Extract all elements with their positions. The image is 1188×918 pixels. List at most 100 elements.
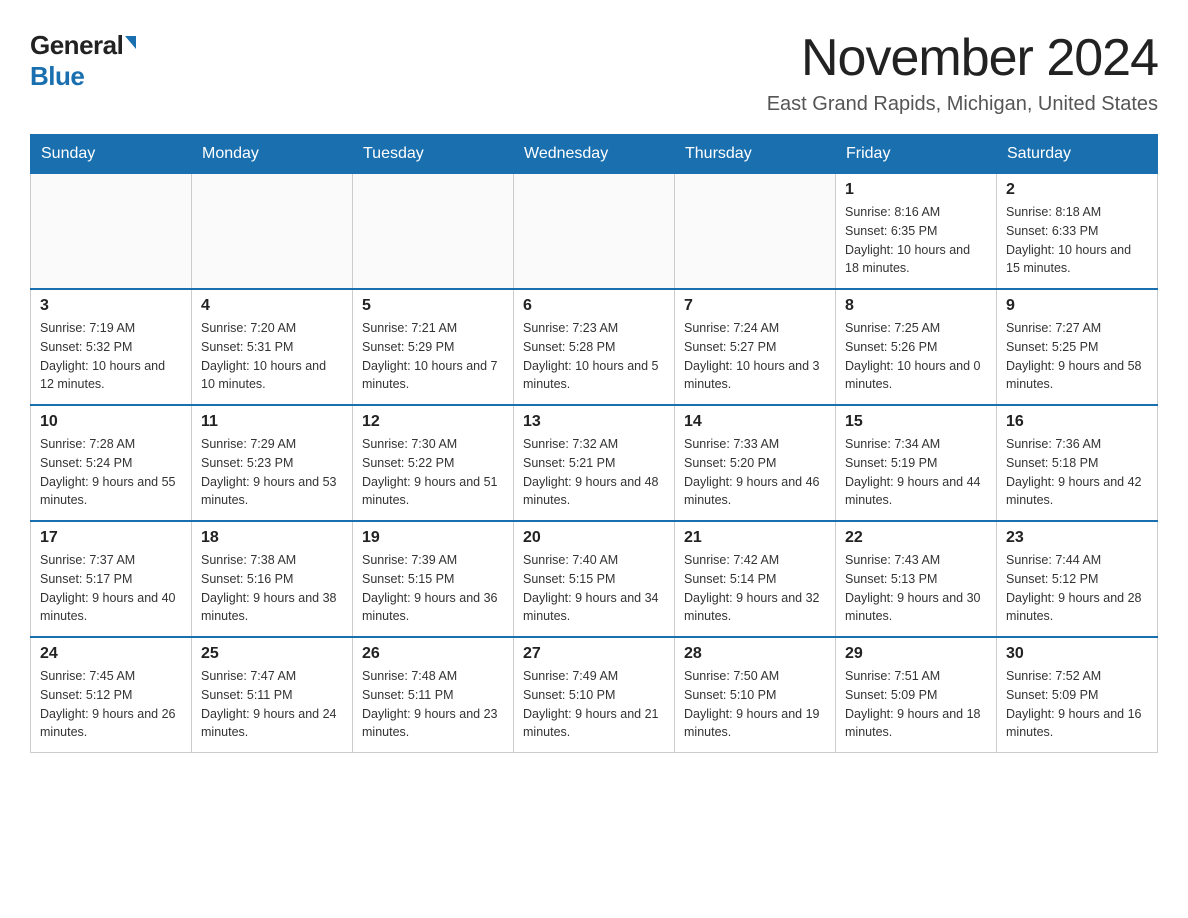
title-area: November 2024 East Grand Rapids, Michiga… — [767, 30, 1158, 116]
logo: General Blue — [30, 30, 136, 92]
day-number: 13 — [523, 413, 665, 431]
calendar-cell: 15 Sunrise: 7:34 AMSunset: 5:19 PMDayligh… — [836, 405, 997, 521]
day-number: 9 — [1006, 297, 1148, 315]
calendar-cell: 6 Sunrise: 7:23 AMSunset: 5:28 PMDaylight… — [514, 289, 675, 405]
calendar-cell — [353, 174, 514, 290]
calendar-cell: 24Sunrise: 7:45 AMSunset: 5:12 PMDayligh… — [31, 637, 192, 753]
day-number: 28 — [684, 645, 826, 663]
calendar-cell: 17 Sunrise: 7:37 AMSunset: 5:17 PMDayligh… — [31, 521, 192, 637]
day-number: 14 — [684, 413, 826, 431]
col-header-saturday: Saturday — [997, 135, 1158, 174]
day-number: 22 — [845, 529, 987, 547]
calendar-cell: 20 Sunrise: 7:40 AMSunset: 5:15 PMDayligh… — [514, 521, 675, 637]
calendar-cell — [192, 174, 353, 290]
calendar-cell: 9 Sunrise: 7:27 AMSunset: 5:25 PMDaylight… — [997, 289, 1158, 405]
day-info: Sunrise: 7:32 AMSunset: 5:21 PMDaylight:… — [523, 435, 665, 510]
day-number: 25 — [201, 645, 343, 663]
calendar-cell: 13 Sunrise: 7:32 AMSunset: 5:21 PMDayligh… — [514, 405, 675, 521]
calendar-cell: 12 Sunrise: 7:30 AMSunset: 5:22 PMDayligh… — [353, 405, 514, 521]
day-info: Sunrise: 7:51 AMSunset: 5:09 PMDaylight:… — [845, 667, 987, 742]
calendar-cell: 29 Sunrise: 7:51 AMSunset: 5:09 PMDayligh… — [836, 637, 997, 753]
calendar-cell: 26Sunrise: 7:48 AMSunset: 5:11 PMDayligh… — [353, 637, 514, 753]
day-info: Sunrise: 8:16 AMSunset: 6:35 PMDaylight:… — [845, 203, 987, 278]
calendar-cell: 11 Sunrise: 7:29 AMSunset: 5:23 PMDayligh… — [192, 405, 353, 521]
calendar-cell: 25 Sunrise: 7:47 AMSunset: 5:11 PMDayligh… — [192, 637, 353, 753]
day-info: Sunrise: 7:44 AMSunset: 5:12 PMDaylight:… — [1006, 551, 1148, 626]
col-header-sunday: Sunday — [31, 135, 192, 174]
day-info: Sunrise: 7:33 AMSunset: 5:20 PMDaylight:… — [684, 435, 826, 510]
day-info: Sunrise: 7:24 AMSunset: 5:27 PMDaylight:… — [684, 319, 826, 394]
day-info: Sunrise: 7:29 AMSunset: 5:23 PMDaylight:… — [201, 435, 343, 510]
day-info: Sunrise: 7:23 AMSunset: 5:28 PMDaylight:… — [523, 319, 665, 394]
day-info: Sunrise: 7:50 AMSunset: 5:10 PMDaylight:… — [684, 667, 826, 742]
calendar-cell: 18 Sunrise: 7:38 AMSunset: 5:16 PMDayligh… — [192, 521, 353, 637]
day-info: Sunrise: 7:45 AMSunset: 5:12 PMDaylight:… — [40, 667, 182, 742]
calendar-cell: 10Sunrise: 7:28 AMSunset: 5:24 PMDayligh… — [31, 405, 192, 521]
calendar-cell: 23 Sunrise: 7:44 AMSunset: 5:12 PMDayligh… — [997, 521, 1158, 637]
day-number: 2 — [1006, 181, 1148, 199]
day-info: Sunrise: 7:38 AMSunset: 5:16 PMDaylight:… — [201, 551, 343, 626]
day-number: 27 — [523, 645, 665, 663]
calendar-cell: 3 Sunrise: 7:19 AMSunset: 5:32 PMDaylight… — [31, 289, 192, 405]
calendar-cell — [514, 174, 675, 290]
calendar-cell: 7Sunrise: 7:24 AMSunset: 5:27 PMDaylight… — [675, 289, 836, 405]
day-number: 18 — [201, 529, 343, 547]
day-number: 16 — [1006, 413, 1148, 431]
calendar-header-row: SundayMondayTuesdayWednesdayThursdayFrid… — [31, 135, 1158, 174]
day-number: 8 — [845, 297, 987, 315]
col-header-thursday: Thursday — [675, 135, 836, 174]
day-number: 15 — [845, 413, 987, 431]
page-subtitle: East Grand Rapids, Michigan, United Stat… — [767, 93, 1158, 116]
day-info: Sunrise: 8:18 AMSunset: 6:33 PMDaylight:… — [1006, 203, 1148, 278]
week-row-3: 10Sunrise: 7:28 AMSunset: 5:24 PMDayligh… — [31, 405, 1158, 521]
week-row-4: 17 Sunrise: 7:37 AMSunset: 5:17 PMDayligh… — [31, 521, 1158, 637]
calendar-cell: 5Sunrise: 7:21 AMSunset: 5:29 PMDaylight… — [353, 289, 514, 405]
day-info: Sunrise: 7:27 AMSunset: 5:25 PMDaylight:… — [1006, 319, 1148, 394]
day-info: Sunrise: 7:48 AMSunset: 5:11 PMDaylight:… — [362, 667, 504, 742]
day-info: Sunrise: 7:28 AMSunset: 5:24 PMDaylight:… — [40, 435, 182, 510]
calendar-cell: 16 Sunrise: 7:36 AMSunset: 5:18 PMDayligh… — [997, 405, 1158, 521]
calendar-cell: 4 Sunrise: 7:20 AMSunset: 5:31 PMDaylight… — [192, 289, 353, 405]
calendar-cell — [31, 174, 192, 290]
day-info: Sunrise: 7:37 AMSunset: 5:17 PMDaylight:… — [40, 551, 182, 626]
calendar-cell: 30 Sunrise: 7:52 AMSunset: 5:09 PMDayligh… — [997, 637, 1158, 753]
day-info: Sunrise: 7:30 AMSunset: 5:22 PMDaylight:… — [362, 435, 504, 510]
col-header-tuesday: Tuesday — [353, 135, 514, 174]
day-number: 29 — [845, 645, 987, 663]
day-info: Sunrise: 7:19 AMSunset: 5:32 PMDaylight:… — [40, 319, 182, 394]
day-info: Sunrise: 7:40 AMSunset: 5:15 PMDaylight:… — [523, 551, 665, 626]
logo-blue: Blue — [30, 61, 84, 92]
calendar-cell: 8 Sunrise: 7:25 AMSunset: 5:26 PMDaylight… — [836, 289, 997, 405]
day-number: 11 — [201, 413, 343, 431]
week-row-5: 24Sunrise: 7:45 AMSunset: 5:12 PMDayligh… — [31, 637, 1158, 753]
week-row-1: 1Sunrise: 8:16 AMSunset: 6:35 PMDaylight… — [31, 174, 1158, 290]
col-header-monday: Monday — [192, 135, 353, 174]
day-number: 17 — [40, 529, 182, 547]
day-number: 30 — [1006, 645, 1148, 663]
calendar-cell: 22 Sunrise: 7:43 AMSunset: 5:13 PMDayligh… — [836, 521, 997, 637]
day-info: Sunrise: 7:20 AMSunset: 5:31 PMDaylight:… — [201, 319, 343, 394]
week-row-2: 3 Sunrise: 7:19 AMSunset: 5:32 PMDaylight… — [31, 289, 1158, 405]
day-info: Sunrise: 7:43 AMSunset: 5:13 PMDaylight:… — [845, 551, 987, 626]
day-info: Sunrise: 7:25 AMSunset: 5:26 PMDaylight:… — [845, 319, 987, 394]
calendar-cell: 28 Sunrise: 7:50 AMSunset: 5:10 PMDayligh… — [675, 637, 836, 753]
day-info: Sunrise: 7:42 AMSunset: 5:14 PMDaylight:… — [684, 551, 826, 626]
col-header-friday: Friday — [836, 135, 997, 174]
day-number: 20 — [523, 529, 665, 547]
day-number: 19 — [362, 529, 504, 547]
calendar-cell: 27Sunrise: 7:49 AMSunset: 5:10 PMDayligh… — [514, 637, 675, 753]
day-info: Sunrise: 7:36 AMSunset: 5:18 PMDaylight:… — [1006, 435, 1148, 510]
day-number: 3 — [40, 297, 182, 315]
logo-arrow-icon — [125, 36, 136, 49]
day-info: Sunrise: 7:34 AMSunset: 5:19 PMDaylight:… — [845, 435, 987, 510]
day-number: 4 — [201, 297, 343, 315]
page-title: November 2024 — [767, 30, 1158, 87]
day-info: Sunrise: 7:47 AMSunset: 5:11 PMDaylight:… — [201, 667, 343, 742]
header: General Blue November 2024 East Grand Ra… — [30, 30, 1158, 116]
day-info: Sunrise: 7:21 AMSunset: 5:29 PMDaylight:… — [362, 319, 504, 394]
day-number: 23 — [1006, 529, 1148, 547]
day-number: 12 — [362, 413, 504, 431]
day-number: 21 — [684, 529, 826, 547]
day-number: 6 — [523, 297, 665, 315]
day-info: Sunrise: 7:52 AMSunset: 5:09 PMDaylight:… — [1006, 667, 1148, 742]
